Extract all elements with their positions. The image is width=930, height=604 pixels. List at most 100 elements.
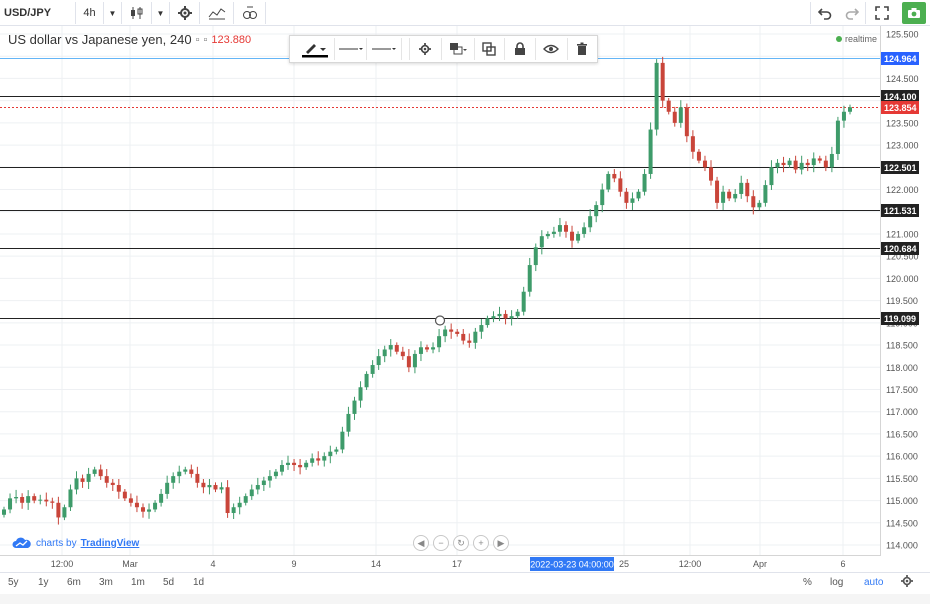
price-tick-label: 125.500 — [886, 30, 919, 40]
range-1d[interactable]: 1d — [193, 577, 204, 588]
candle-body — [261, 480, 266, 486]
drawing-settings-button[interactable] — [410, 38, 442, 60]
range-5y[interactable]: 5y — [8, 577, 19, 588]
candle-body — [418, 347, 423, 354]
resolution-button[interactable]: 4h — [76, 2, 104, 24]
zoom-in-button[interactable]: + — [473, 535, 489, 551]
watermark-prefix: charts by — [36, 537, 77, 549]
candle-body — [600, 189, 605, 206]
time-tick-label: 12:00 — [51, 559, 74, 569]
candle-body — [104, 476, 109, 483]
candle-body — [153, 502, 158, 510]
candle-body — [62, 507, 67, 518]
time-tick-label: Mar — [122, 559, 138, 569]
price-axis[interactable]: 125.500125.000124.500124.000123.500123.0… — [881, 30, 919, 551]
candle-body — [721, 191, 726, 203]
price-chart[interactable]: 125.500125.000124.500124.000123.500123.0… — [0, 26, 930, 572]
candle-body — [823, 160, 828, 168]
candle-body — [588, 216, 593, 228]
candle-body — [406, 356, 411, 368]
close-legend-icon[interactable]: ▫ — [203, 34, 207, 46]
chart-style-dropdown[interactable]: ▼ — [152, 2, 170, 24]
chart-grid — [0, 26, 880, 555]
fullscreen-icon — [875, 6, 889, 20]
candle-body — [425, 347, 429, 350]
undo-icon — [817, 8, 831, 20]
fullscreen-button[interactable] — [866, 2, 898, 24]
candle-body — [8, 498, 13, 510]
symbol-search-input[interactable]: USD/JPY — [0, 2, 76, 24]
range-5d[interactable]: 5d — [163, 577, 174, 588]
delete-button[interactable] — [568, 38, 598, 60]
range-6m[interactable]: 6m — [67, 577, 81, 588]
time-axis[interactable]: 12:00 Mar 4 9 14 17 25 12:00 Apr 6 2022-03-23 04:0… — [51, 557, 846, 571]
price-tick-label: 114.000 — [886, 541, 918, 551]
price-tick-label: 118.500 — [886, 341, 918, 351]
compare-button[interactable] — [234, 2, 266, 24]
price-tick-label: 120.000 — [886, 274, 919, 284]
scroll-left-button[interactable]: ◀ — [413, 535, 429, 551]
range-1m[interactable]: 1m — [131, 577, 145, 588]
hide-button[interactable] — [536, 38, 568, 60]
auto-scale-toggle[interactable]: auto — [864, 577, 883, 588]
candle-body — [364, 373, 369, 388]
layers-icon — [449, 43, 467, 55]
tradingview-watermark[interactable]: charts by TradingView — [12, 537, 139, 549]
candle-body — [370, 365, 375, 374]
candle-body — [68, 489, 73, 508]
range-1y[interactable]: 1y — [38, 577, 49, 588]
candle-body — [255, 485, 260, 490]
candle-body — [346, 413, 351, 432]
candle-body — [44, 499, 49, 502]
candle-body — [745, 182, 750, 197]
candle-body — [817, 158, 822, 161]
log-scale-toggle[interactable]: log — [830, 577, 843, 588]
percent-scale-toggle[interactable]: % — [803, 577, 812, 588]
candle-body — [751, 196, 756, 208]
visual-order-button[interactable] — [442, 38, 476, 60]
candle-body — [696, 151, 701, 161]
candle-body — [654, 62, 659, 130]
candle-body — [769, 167, 774, 186]
undo-button[interactable] — [810, 2, 838, 24]
candle-body — [757, 202, 762, 208]
chart-settings-button[interactable] — [901, 575, 913, 590]
time-tick-label: 17 — [452, 559, 462, 569]
candle-body — [739, 182, 744, 194]
status-strip — [0, 594, 930, 604]
redo-button[interactable] — [838, 2, 866, 24]
candle-body — [811, 158, 816, 166]
scroll-right-button[interactable]: ▶ — [493, 535, 509, 551]
resolution-dropdown[interactable]: ▼ — [104, 2, 122, 24]
chart-title: US dollar vs Japanese yen, 240 — [8, 32, 192, 47]
candle-body — [298, 465, 303, 468]
price-tick-label: 116.500 — [886, 429, 918, 439]
reset-chart-button[interactable]: ↻ — [453, 535, 469, 551]
price-tick-label: 114.500 — [886, 518, 918, 528]
candle-body — [140, 507, 145, 512]
zoom-out-button[interactable]: − — [433, 535, 449, 551]
candle-body — [709, 167, 714, 181]
candle-body — [509, 316, 514, 319]
candle-body — [497, 313, 502, 317]
line-style-button[interactable] — [367, 38, 403, 60]
line-color-button[interactable] — [296, 38, 336, 60]
snapshot-button[interactable] — [902, 2, 926, 24]
lock-button[interactable] — [505, 38, 537, 60]
chart-style-button[interactable] — [122, 2, 152, 24]
line-anchor-handle[interactable] — [434, 315, 446, 326]
hide-legend-icon[interactable]: ▫ — [196, 34, 200, 46]
watermark-brand[interactable]: TradingView — [81, 538, 140, 549]
toolbar-spacer — [402, 38, 411, 60]
clone-button[interactable] — [475, 38, 505, 60]
candle-body — [660, 62, 665, 101]
status-dot-icon — [836, 36, 842, 42]
candle-body — [624, 191, 629, 203]
candle-body — [328, 451, 333, 457]
price-line-label: 124.100 — [884, 92, 917, 102]
indicators-button[interactable] — [200, 2, 234, 24]
range-3m[interactable]: 3m — [99, 577, 113, 588]
settings-button[interactable] — [170, 2, 200, 24]
line-width-button[interactable] — [335, 38, 367, 60]
candle-body — [134, 502, 139, 508]
